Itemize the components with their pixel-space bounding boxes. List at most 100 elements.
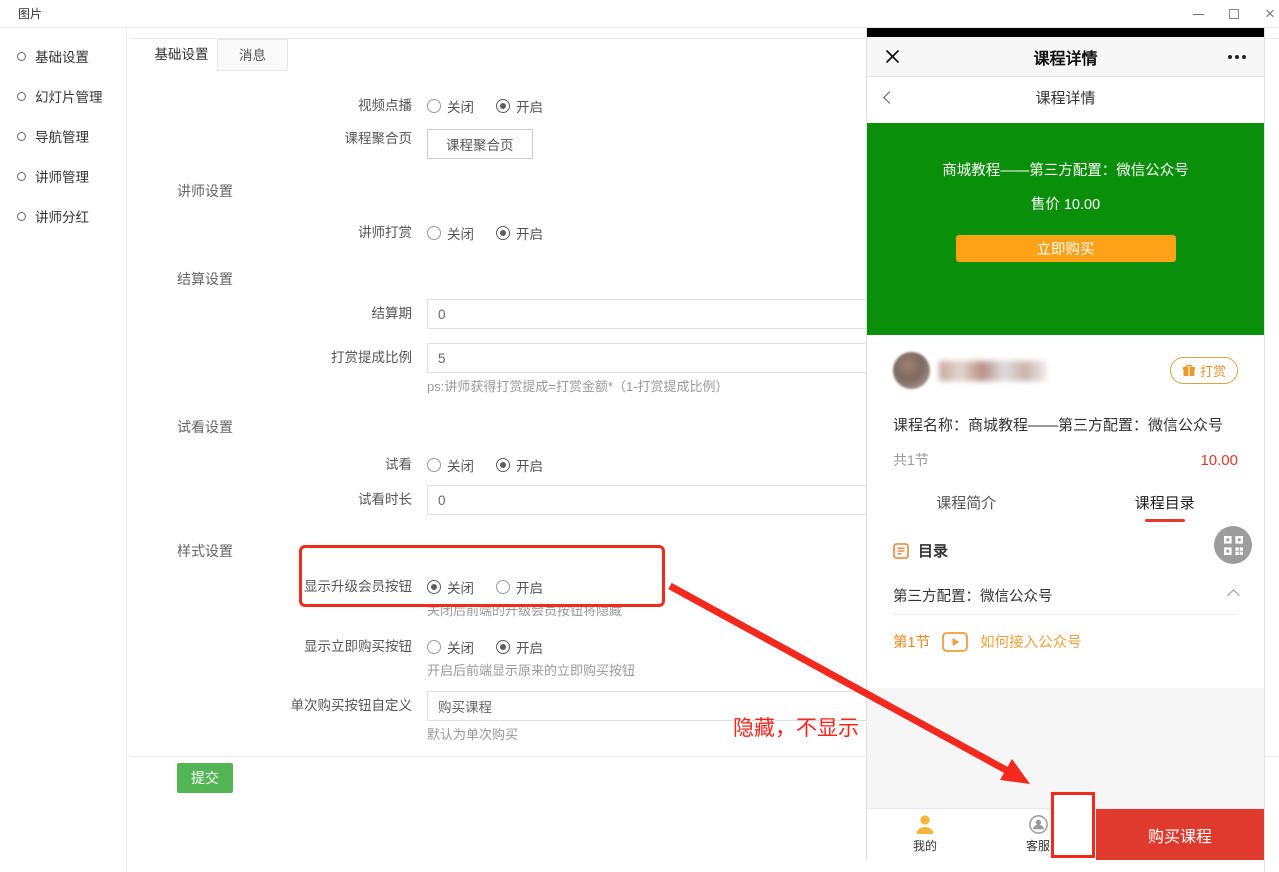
- phone-page-title: 课程详情: [867, 87, 1264, 108]
- sidebar: 基础设置 幻灯片管理 导航管理 讲师管理 讲师分红: [0, 28, 127, 872]
- field-label: 显示升级会员按钮: [146, 577, 427, 597]
- sidebar-item-navigation[interactable]: 导航管理: [0, 116, 126, 156]
- phone-sub-header: 课程详情: [867, 77, 1264, 117]
- author-name-blurred: [939, 361, 1047, 381]
- sidebar-item-label: 基础设置: [35, 46, 89, 66]
- field-label: 显示立即购买按钮: [146, 637, 427, 657]
- close-icon[interactable]: ×: [1263, 7, 1277, 21]
- tabbar-item-mine[interactable]: 我的: [893, 814, 957, 854]
- sidebar-item-label: 幻灯片管理: [35, 86, 103, 106]
- circle-icon: [17, 92, 26, 101]
- lesson-count: 共1节: [893, 450, 929, 470]
- catalog-header-row: 目录: [893, 540, 1238, 561]
- radio-checked-icon: [496, 640, 510, 654]
- lesson-title: 如何接入公众号: [980, 631, 1082, 652]
- phone-nav-bar: 课程详情: [867, 37, 1264, 77]
- submit-button[interactable]: 提交: [177, 763, 233, 793]
- radio-on[interactable]: 开启: [496, 577, 543, 597]
- catalog-section: 目录 第三方配置：微信公众号 第1节 如何接入公众号: [867, 540, 1264, 652]
- radio-on[interactable]: 开启: [496, 223, 543, 243]
- phone-status-bar: [867, 28, 1264, 37]
- circle-icon: [17, 52, 26, 61]
- field-label: 讲师打赏: [146, 223, 427, 243]
- aggregate-page-button[interactable]: 课程聚合页: [427, 129, 533, 159]
- circle-icon: [17, 132, 26, 141]
- right-edge-divider: [1264, 28, 1265, 872]
- sidebar-item-slideshow[interactable]: 幻灯片管理: [0, 76, 126, 116]
- radio-off[interactable]: 关闭: [427, 577, 474, 597]
- qr-code-icon[interactable]: [1214, 526, 1252, 564]
- field-label: 打赏提成比例: [146, 343, 427, 373]
- lesson-number: 第1节: [893, 631, 930, 652]
- radio-icon: [496, 580, 510, 594]
- chapter-row[interactable]: 第三方配置：微信公众号: [893, 577, 1238, 615]
- banner-course-title: 商城教程——第三方配置：微信公众号: [942, 159, 1189, 180]
- sidebar-item-lecturer[interactable]: 讲师管理: [0, 156, 126, 196]
- sidebar-item-lecturer-dividend[interactable]: 讲师分红: [0, 196, 126, 236]
- chapter-title: 第三方配置：微信公众号: [893, 585, 1053, 606]
- banner-price: 售价 10.00: [1031, 193, 1100, 214]
- radio-checked-icon: [496, 458, 510, 472]
- sidebar-item-label: 讲师分红: [35, 206, 89, 226]
- field-label: 试看时长: [146, 485, 427, 515]
- radio-checked-icon: [496, 226, 510, 240]
- field-label: 试看: [146, 455, 427, 475]
- catalog-title: 目录: [918, 540, 948, 561]
- radio-on[interactable]: 开启: [496, 96, 543, 116]
- window-title: 图片: [18, 5, 42, 22]
- course-card: 打赏 课程名称：商城教程——第三方配置：微信公众号 共1节 10.00: [867, 348, 1264, 470]
- reward-button[interactable]: 打赏: [1170, 357, 1238, 384]
- chevron-up-icon[interactable]: [1227, 589, 1240, 602]
- document-icon: [893, 543, 909, 559]
- circle-icon: [17, 172, 26, 181]
- buy-course-button[interactable]: 购买课程: [1096, 809, 1264, 860]
- radio-icon: [427, 640, 441, 654]
- phone-gray-filler: [867, 688, 1264, 808]
- radio-on[interactable]: 开启: [496, 455, 543, 475]
- sidebar-item-basic-settings[interactable]: 基础设置: [0, 36, 126, 76]
- buy-now-button[interactable]: 立即购买: [956, 235, 1176, 262]
- radio-off[interactable]: 关闭: [427, 455, 474, 475]
- close-icon[interactable]: [885, 49, 900, 64]
- radio-off[interactable]: 关闭: [427, 637, 474, 657]
- radio-off[interactable]: 关闭: [427, 96, 474, 116]
- headset-icon: [1028, 814, 1049, 835]
- phone-preview: 课程详情 课程详情 商城教程——第三方配置：微信公众号 售价 10.00 立即购…: [866, 28, 1264, 860]
- field-label: 结算期: [146, 299, 427, 329]
- tabbar-item-service[interactable]: 客服: [1006, 814, 1070, 854]
- user-icon: [914, 814, 936, 835]
- author-row: 打赏: [893, 348, 1238, 393]
- radio-checked-icon: [496, 99, 510, 113]
- field-label: 视频点播: [146, 96, 427, 116]
- radio-on[interactable]: 开启: [496, 637, 543, 657]
- radio-checked-icon: [427, 580, 441, 594]
- radio-off[interactable]: 关闭: [427, 223, 474, 243]
- app-window: 图片 × 基础设置 幻灯片管理 导航管理 讲师管理 讲师分红: [0, 0, 1279, 872]
- tab-basic-settings[interactable]: 基础设置: [146, 39, 217, 71]
- play-icon: [942, 632, 968, 652]
- sidebar-item-label: 讲师管理: [35, 166, 89, 186]
- more-icon[interactable]: [1228, 55, 1246, 59]
- field-label: 课程聚合页: [146, 129, 427, 149]
- radio-icon: [427, 458, 441, 472]
- phone-bottom-bar: 我的 客服 购买课程: [867, 808, 1264, 860]
- course-meta-row: 共1节 10.00: [893, 450, 1238, 470]
- radio-icon: [427, 99, 441, 113]
- sidebar-item-label: 导航管理: [35, 126, 89, 146]
- gift-icon: [1182, 364, 1196, 377]
- course-banner: 商城教程——第三方配置：微信公众号 售价 10.00 立即购买: [867, 123, 1264, 335]
- course-tabs: 课程简介 课程目录: [867, 484, 1264, 524]
- circle-icon: [17, 212, 26, 221]
- title-bar: 图片 ×: [0, 0, 1279, 28]
- phone-nav-title: 课程详情: [867, 45, 1264, 69]
- minimize-icon[interactable]: [1191, 7, 1205, 21]
- course-name: 课程名称：商城教程——第三方配置：微信公众号: [893, 414, 1238, 435]
- tab-messages[interactable]: 消息: [217, 39, 288, 71]
- avatar: [893, 352, 930, 389]
- window-controls: ×: [1191, 0, 1277, 28]
- tab-course-intro[interactable]: 课程简介: [867, 484, 1066, 524]
- maximize-icon[interactable]: [1227, 7, 1241, 21]
- lesson-row[interactable]: 第1节 如何接入公众号: [893, 631, 1238, 652]
- tab-course-catalog[interactable]: 课程目录: [1066, 484, 1265, 524]
- course-price: 10.00: [1200, 452, 1238, 469]
